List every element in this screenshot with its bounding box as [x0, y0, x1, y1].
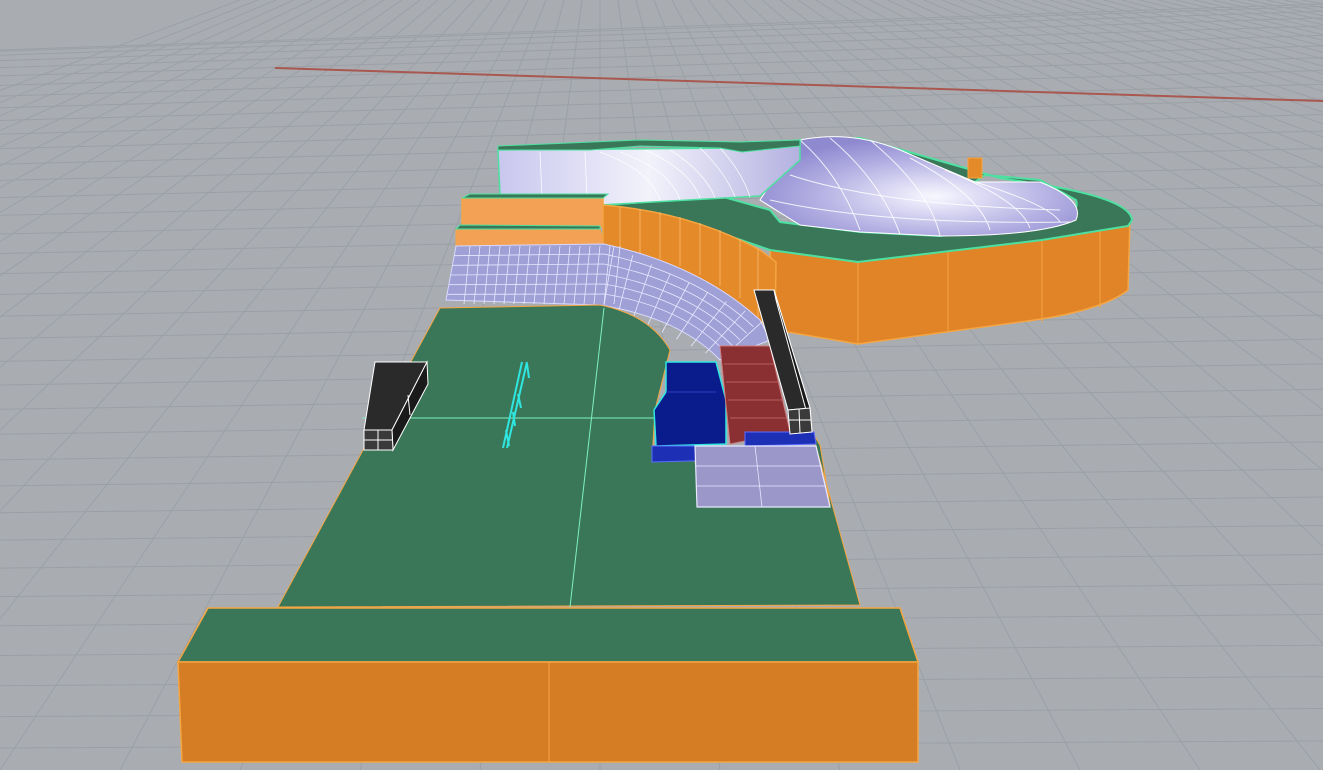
- grid-line: [905, 0, 1323, 186]
- top-left-ledge[interactable]: [454, 193, 610, 247]
- front-platform[interactable]: [176, 607, 920, 763]
- grid-line: [0, 17, 1323, 62]
- scene-canvas[interactable]: [0, 0, 1323, 770]
- front-platform-top[interactable]: [176, 607, 920, 663]
- manual-pad[interactable]: [694, 445, 831, 508]
- grid-line: [869, 0, 1323, 229]
- grid-line: [887, 0, 1323, 206]
- front-platform-face[interactable]: [177, 661, 919, 763]
- bowl-transition[interactable]: [759, 136, 1078, 237]
- bowl-coping-marker[interactable]: [967, 157, 983, 179]
- grid-line: [851, 0, 1323, 255]
- grid-line: [0, 57, 1323, 97]
- 3d-viewport[interactable]: [0, 0, 1323, 770]
- grid-line: [0, 34, 1323, 77]
